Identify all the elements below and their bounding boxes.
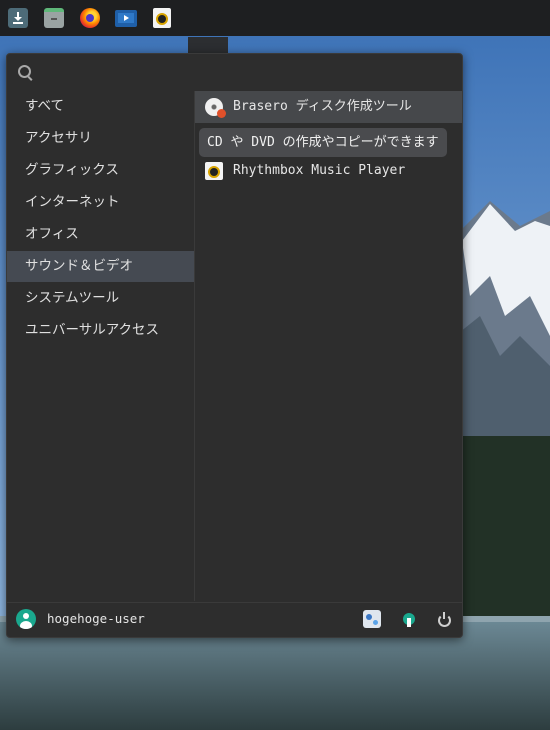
rhythmbox-icon <box>153 8 171 28</box>
category-graphics[interactable]: グラフィックス <box>7 155 194 186</box>
menu-footer: hogehoge-user <box>7 602 462 637</box>
downloads-icon <box>8 8 28 28</box>
app-label: Rhythmbox Music Player <box>233 163 406 178</box>
category-office[interactable]: オフィス <box>7 219 194 250</box>
settings-icon[interactable] <box>363 610 381 628</box>
search-input[interactable] <box>39 60 453 86</box>
rhythmbox-launcher[interactable] <box>144 0 180 36</box>
power-icon[interactable] <box>435 610 453 628</box>
search-icon <box>18 65 31 78</box>
search-bar <box>7 54 462 90</box>
app-label: Brasero ディスク作成ツール <box>233 99 412 114</box>
category-list: すべて アクセサリ グラフィックス インターネット オフィス サウンド＆ビデオ … <box>7 91 195 601</box>
category-sound-video[interactable]: サウンド＆ビデオ <box>7 251 194 282</box>
firefox-icon <box>80 8 100 28</box>
app-item-brasero[interactable]: Brasero ディスク作成ツール <box>195 91 462 123</box>
app-tooltip: CD や DVD の作成やコピーができます <box>199 128 447 157</box>
software-icon[interactable] <box>400 610 418 628</box>
files-icon <box>44 8 64 28</box>
downloads-launcher[interactable] <box>0 0 36 36</box>
video-player-icon <box>115 9 137 27</box>
category-all[interactable]: すべて <box>7 91 194 122</box>
video-player-launcher[interactable] <box>108 0 144 36</box>
files-launcher[interactable] <box>36 0 72 36</box>
username: hogehoge-user <box>47 611 145 626</box>
category-universal-access[interactable]: ユニバーサルアクセス <box>7 315 194 346</box>
rhythmbox-icon <box>205 162 223 180</box>
top-panel <box>0 0 550 547</box>
app-list: Brasero ディスク作成ツール Rhythmbox Music Player <box>195 91 462 601</box>
category-system-tools[interactable]: システムツール <box>7 283 194 314</box>
avatar <box>16 609 36 629</box>
category-accessories[interactable]: アクセサリ <box>7 123 194 154</box>
app-item-rhythmbox[interactable]: Rhythmbox Music Player <box>195 155 462 187</box>
category-internet[interactable]: インターネット <box>7 187 194 218</box>
brasero-disc-icon <box>205 98 226 118</box>
firefox-launcher[interactable] <box>72 0 108 36</box>
